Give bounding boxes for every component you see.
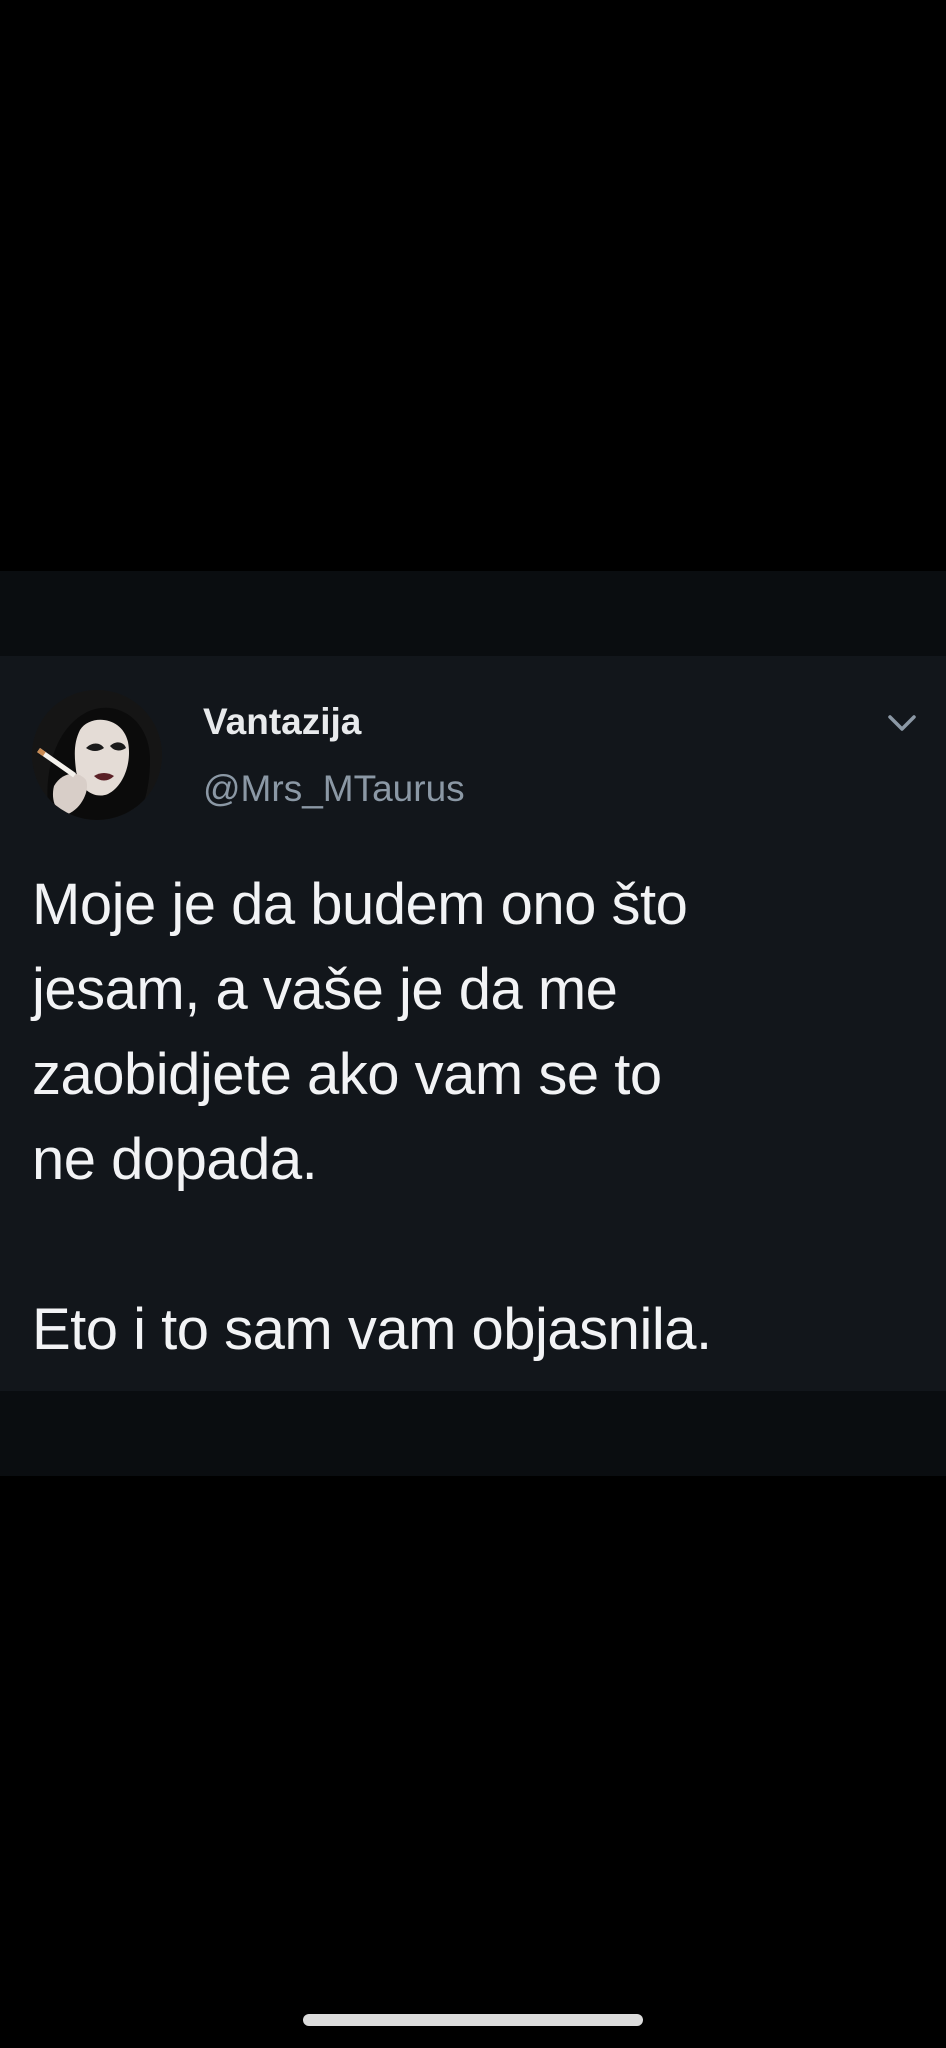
tweet-text-line: zaobidjete ako vam se to (32, 1042, 662, 1107)
tweet-text-line: jesam, a vaše je da me (32, 957, 618, 1022)
avatar[interactable] (32, 690, 162, 820)
home-indicator[interactable] (303, 2014, 643, 2026)
author-handle[interactable]: @Mrs_MTaurus (203, 767, 465, 811)
profile-photo-woman-icon (32, 690, 162, 820)
tweet-text-line: Moje je da budem ono što (32, 872, 688, 937)
chevron-down-icon (888, 715, 916, 731)
tweet-text-line: Eto i to sam vam objasnila. (32, 1297, 712, 1362)
tweet-menu-button[interactable] (878, 705, 926, 741)
author-display-name[interactable]: Vantazija (203, 700, 361, 744)
tweet-text: Moje je da budem ono što jesam, a vaše j… (32, 862, 902, 1372)
screenshot: Vantazija @Mrs_MTaurus Moje je da budem … (0, 0, 946, 2048)
tweet-text-line: ne dopada. (32, 1127, 318, 1192)
